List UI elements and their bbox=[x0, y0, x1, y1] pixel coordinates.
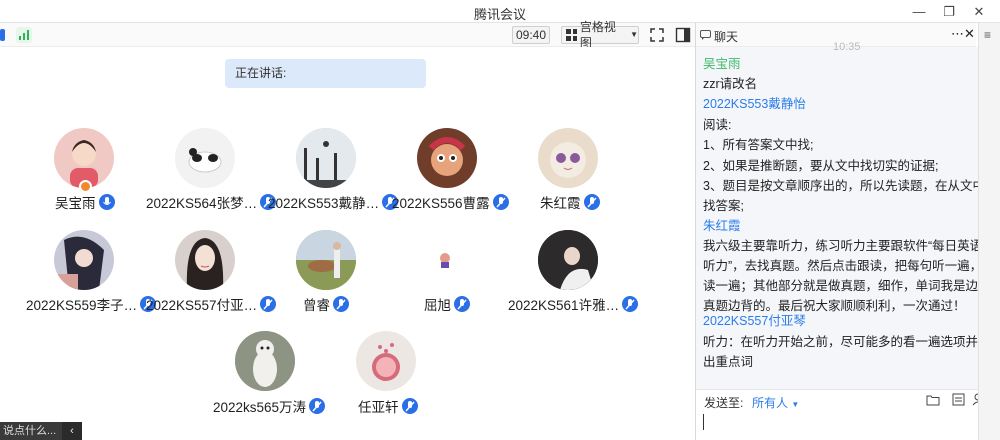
avatar[interactable] bbox=[538, 230, 598, 290]
participant-name: 任亚轩 bbox=[358, 397, 418, 415]
recipient-select[interactable]: 所有人 ▼ bbox=[752, 394, 799, 411]
signal-icon[interactable] bbox=[16, 27, 32, 43]
grid-icon bbox=[566, 29, 577, 41]
speaking-indicator: 正在讲话: bbox=[225, 59, 426, 88]
mic-icon[interactable] bbox=[454, 296, 470, 312]
chat-panel: 聊天 ⋯ ✕ 10:35 吴宝雨 zzr请改名 2022KS553戴静怡 阅读:… bbox=[696, 23, 1000, 440]
restore-icon[interactable]: ❐ bbox=[934, 0, 964, 23]
collapse-chevron-icon[interactable]: ‹ bbox=[62, 422, 82, 440]
chat-compose: 发送至: 所有人 ▼ bbox=[696, 389, 1000, 440]
fullscreen-icon[interactable] bbox=[649, 27, 665, 43]
chat-input-hint[interactable]: 说点什么... ‹ bbox=[0, 422, 82, 440]
message-text: 1、所有答案文中找; bbox=[703, 138, 814, 152]
view-mode-button[interactable]: 宫格视图 ▼ bbox=[561, 20, 639, 50]
mic-icon[interactable] bbox=[333, 296, 349, 312]
avatar[interactable] bbox=[54, 128, 114, 188]
message-text: 2、如果是推断题，要从文中找切实的证据; bbox=[703, 159, 939, 173]
menu-icon[interactable]: ≡ bbox=[984, 28, 991, 42]
layout-panel-icon[interactable] bbox=[675, 27, 691, 43]
chat-close-icon[interactable]: ✕ bbox=[964, 26, 975, 42]
avatar[interactable] bbox=[296, 128, 356, 188]
close-icon[interactable]: ✕ bbox=[964, 0, 994, 23]
folder-icon[interactable] bbox=[926, 394, 940, 406]
mic-icon[interactable] bbox=[492, 194, 509, 210]
message-sender: 朱红霞 bbox=[703, 219, 741, 233]
chat-bubble-icon bbox=[700, 30, 711, 40]
mic-icon[interactable] bbox=[309, 398, 326, 414]
message-text: 阅读: bbox=[703, 118, 732, 132]
message-text: 听力：在听力开始之前，尽可能多的看一遍选项并画出重点词 bbox=[703, 335, 991, 369]
message-sender: 2022KS557付亚琴 bbox=[703, 314, 806, 328]
chat-messages: 10:35 吴宝雨 zzr请改名 2022KS553戴静怡 阅读: 1、所有答案… bbox=[696, 41, 1000, 403]
right-sidebar: ≡ bbox=[978, 23, 1000, 440]
send-to-label: 发送至: bbox=[704, 396, 744, 410]
message-text: 3、题目是按文章顺序出的，所以先读题，在从文中找答案; bbox=[703, 179, 985, 213]
shield-icon[interactable] bbox=[0, 28, 16, 44]
participant-name: 吴宝雨 bbox=[55, 193, 115, 211]
participant-name: 屈旭 bbox=[424, 295, 470, 313]
avatar[interactable] bbox=[175, 230, 235, 290]
mic-icon[interactable] bbox=[583, 194, 600, 210]
minimize-icon[interactable]: — bbox=[904, 0, 934, 23]
mic-icon[interactable] bbox=[401, 398, 418, 414]
participant-name: 2022KS553戴静… bbox=[268, 193, 399, 211]
avatar[interactable] bbox=[175, 128, 235, 188]
participant-name: 曾睿 bbox=[303, 295, 349, 313]
avatar[interactable] bbox=[538, 128, 598, 188]
participant-name: 2022KS556曹露 bbox=[392, 193, 509, 211]
avatar[interactable] bbox=[54, 230, 114, 290]
more-icon[interactable]: ⋯ bbox=[951, 26, 964, 42]
meeting-duration: 09:40 bbox=[512, 26, 550, 44]
settings-panel-icon[interactable] bbox=[952, 393, 965, 406]
title-bar: 腾讯会议 — ❐ ✕ bbox=[0, 0, 1000, 23]
message-text: 我六级主要靠听力，练习听力主要跟软件“每日英语听力”，去找真题。然后点击跟读，把… bbox=[703, 239, 991, 313]
text-cursor bbox=[703, 414, 704, 430]
participant-name: 2022ks565万涛 bbox=[213, 397, 326, 415]
avatar[interactable] bbox=[296, 230, 356, 290]
participant-name: 2022KS561许雅… bbox=[508, 295, 639, 313]
message-text: zzr请改名 bbox=[703, 77, 758, 91]
avatar[interactable] bbox=[417, 230, 477, 290]
avatar[interactable] bbox=[356, 331, 416, 391]
participant-name: 朱红霞 bbox=[540, 193, 600, 211]
participant-name: 2022KS557付亚… bbox=[146, 295, 277, 313]
message-sender: 吴宝雨 bbox=[703, 57, 741, 71]
window-title: 腾讯会议 bbox=[473, 7, 526, 22]
participant-name: 2022KS564张梦… bbox=[146, 193, 277, 211]
mic-icon[interactable] bbox=[622, 296, 639, 312]
avatar[interactable] bbox=[417, 128, 477, 188]
message-sender: 2022KS553戴静怡 bbox=[703, 97, 806, 111]
message-time: 10:35 bbox=[833, 41, 861, 53]
mic-icon[interactable] bbox=[98, 194, 115, 210]
chevron-down-icon: ▼ bbox=[630, 30, 638, 39]
avatar[interactable] bbox=[235, 331, 295, 391]
participant-name: 2022KS559李子… bbox=[26, 295, 157, 313]
chat-title: 聊天 bbox=[714, 30, 739, 44]
mic-icon[interactable] bbox=[260, 296, 277, 312]
